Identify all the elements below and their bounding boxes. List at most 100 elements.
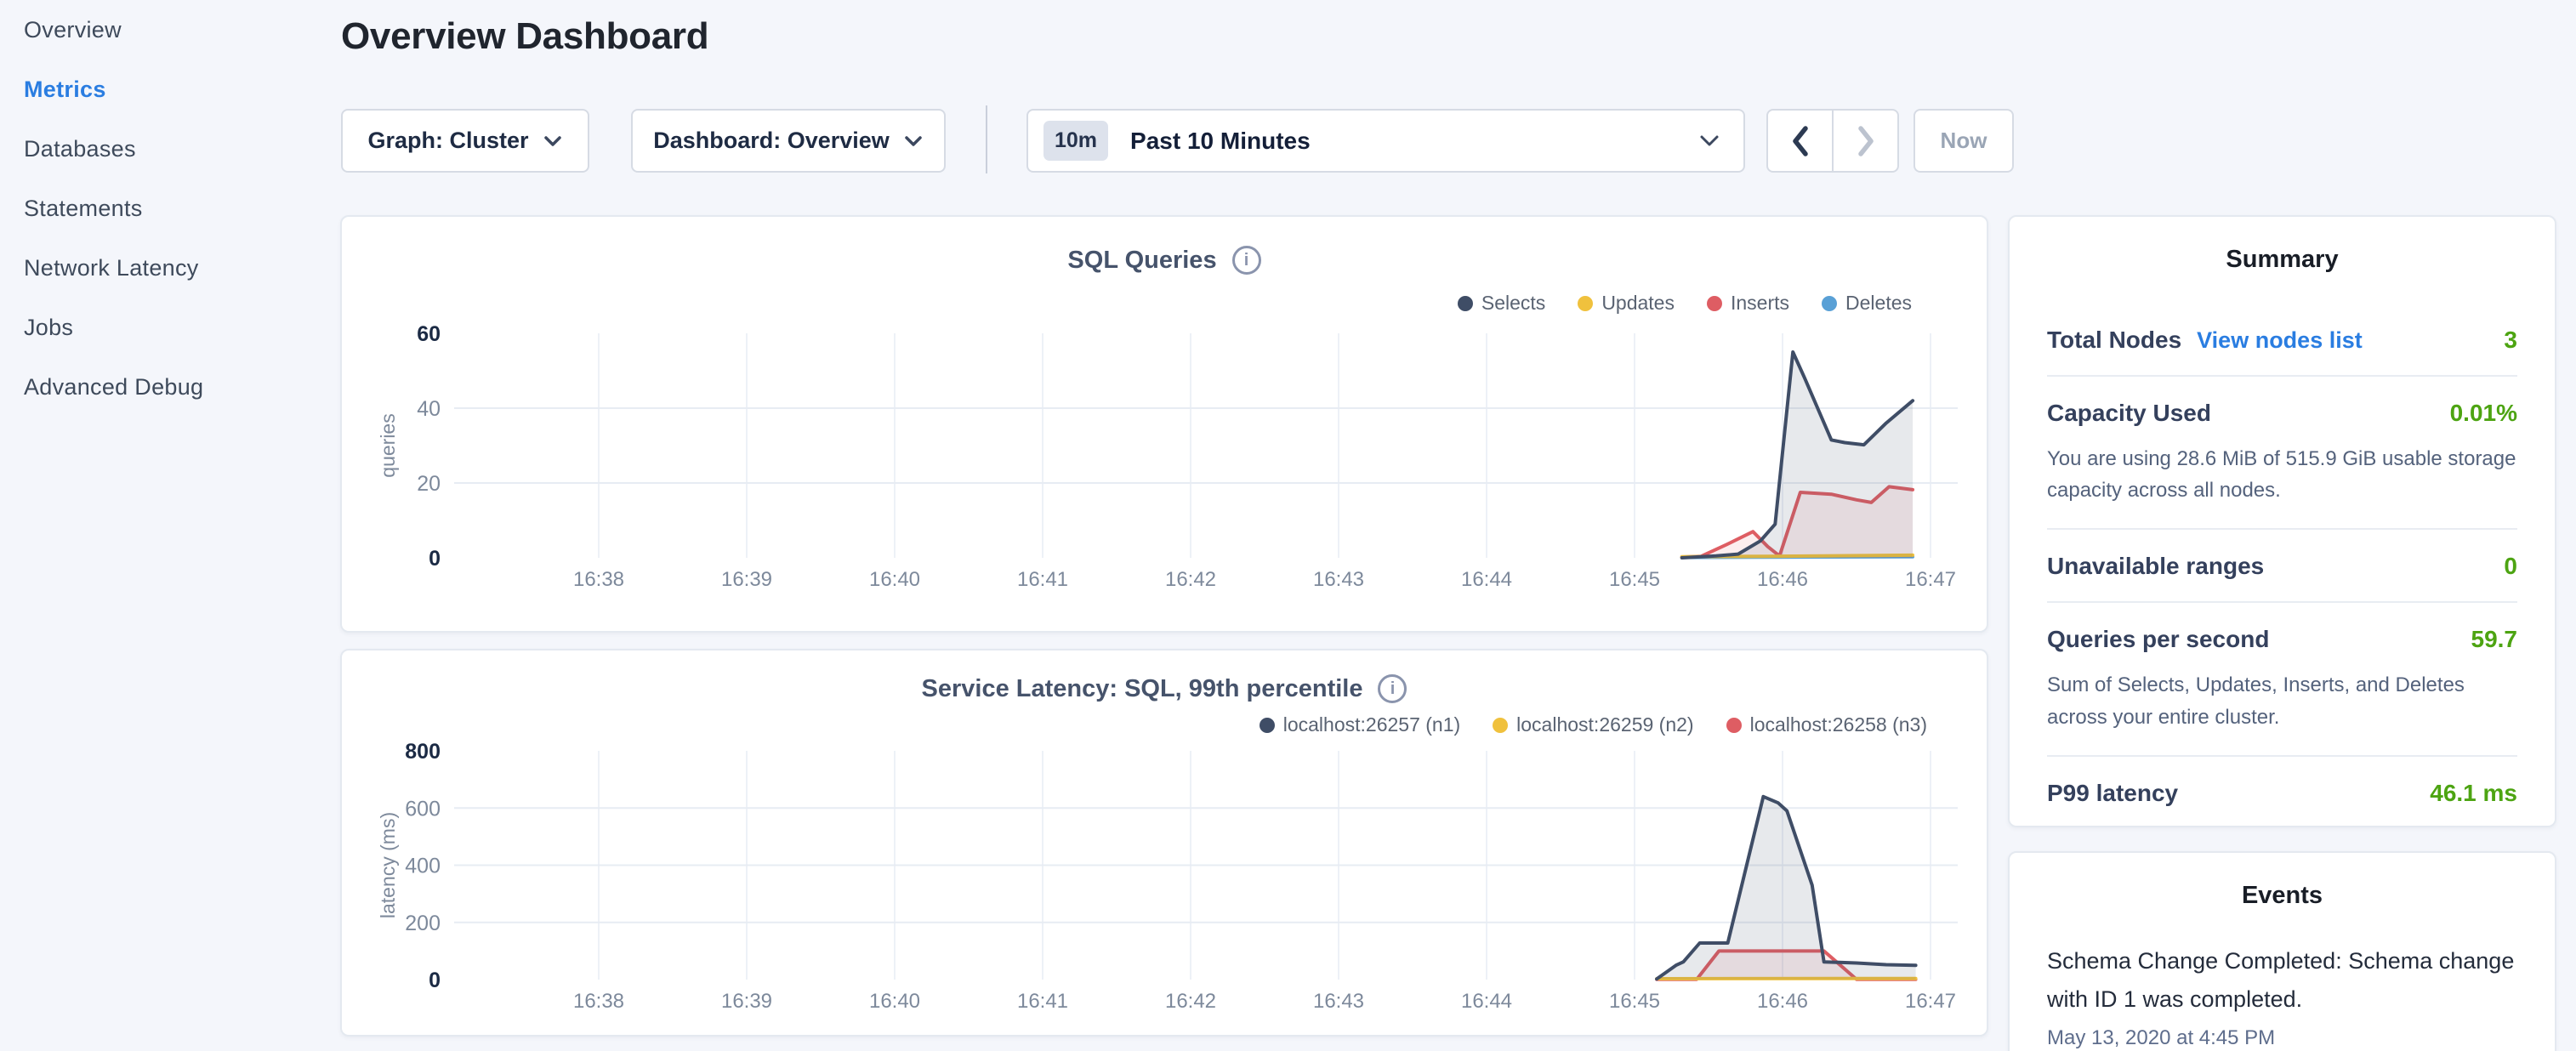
next-time-button[interactable] xyxy=(1832,111,1897,171)
svg-text:16:41: 16:41 xyxy=(1017,568,1068,591)
svg-text:latency (ms): latency (ms) xyxy=(377,812,399,918)
svg-text:16:46: 16:46 xyxy=(1757,568,1808,591)
sidebar-item-network-latency[interactable]: Network Latency xyxy=(0,238,340,298)
time-window-label: Past 10 Minutes xyxy=(1130,128,1311,155)
info-icon[interactable]: i xyxy=(1378,674,1407,703)
legend-label: Deletes xyxy=(1845,292,1912,315)
legend-label: Updates xyxy=(1601,292,1675,315)
svg-text:16:39: 16:39 xyxy=(721,990,772,1013)
svg-text:16:42: 16:42 xyxy=(1165,990,1216,1013)
graph-dropdown[interactable]: Graph: Cluster xyxy=(341,109,589,173)
chart-legend: Selects Updates Inserts Deletes xyxy=(1458,292,1912,315)
previous-time-button[interactable] xyxy=(1768,111,1832,171)
summary-value: 0.01% xyxy=(2450,400,2517,427)
service-latency-chart-card: Service Latency: SQL, 99th percentile i … xyxy=(340,649,1988,1037)
svg-text:queries: queries xyxy=(377,413,399,477)
event-message: Schema Change Completed: Schema change w… xyxy=(2047,942,2517,1018)
svg-text:16:38: 16:38 xyxy=(573,568,624,591)
legend-item[interactable]: Deletes xyxy=(1822,292,1912,315)
svg-text:16:44: 16:44 xyxy=(1461,990,1512,1013)
graph-dropdown-label: Graph: Cluster xyxy=(367,128,528,154)
chevron-down-icon xyxy=(543,134,563,148)
svg-text:16:38: 16:38 xyxy=(573,990,624,1013)
svg-text:16:40: 16:40 xyxy=(869,990,920,1013)
svg-text:20: 20 xyxy=(417,472,441,496)
svg-text:40: 40 xyxy=(417,397,441,421)
legend-dot-icon xyxy=(1707,296,1722,311)
legend-label: Inserts xyxy=(1731,292,1789,315)
svg-text:400: 400 xyxy=(405,855,441,878)
summary-row-queries-per-second: Queries per second 59.7 xyxy=(2047,603,2517,674)
event-timestamp: May 13, 2020 at 4:45 PM xyxy=(2047,1026,2517,1050)
chart-title: Service Latency: SQL, 99th percentile xyxy=(922,675,1363,703)
svg-text:16:39: 16:39 xyxy=(721,568,772,591)
dashboard-dropdown[interactable]: Dashboard: Overview xyxy=(631,109,946,173)
chevron-down-icon xyxy=(1697,134,1721,149)
time-window-selector[interactable]: 10m Past 10 Minutes xyxy=(1026,109,1745,173)
sidebar-item-overview[interactable]: Overview xyxy=(0,0,340,60)
svg-text:16:47: 16:47 xyxy=(1905,990,1956,1013)
now-button-label: Now xyxy=(1941,128,1987,154)
summary-title: Summary xyxy=(2010,246,2555,274)
time-window-badge: 10m xyxy=(1043,121,1108,161)
legend-item[interactable]: Selects xyxy=(1458,292,1545,315)
now-button[interactable]: Now xyxy=(1914,109,2014,173)
svg-text:16:45: 16:45 xyxy=(1609,568,1660,591)
summary-label: Total Nodes xyxy=(2047,327,2181,354)
svg-text:16:46: 16:46 xyxy=(1757,990,1808,1013)
summary-panel: Summary Total Nodes View nodes list 3 Ca… xyxy=(2008,215,2556,827)
summary-row-total-nodes: Total Nodes View nodes list 3 xyxy=(2047,274,2517,375)
sidebar-item-statements[interactable]: Statements xyxy=(0,179,340,238)
chart-title: SQL Queries xyxy=(1067,247,1216,275)
sql-queries-chart: 16:3816:3916:4016:4116:4216:4316:4416:45… xyxy=(359,312,1973,605)
summary-label: P99 latency xyxy=(2047,780,2178,807)
sidebar-item-metrics[interactable]: Metrics xyxy=(0,60,340,119)
view-nodes-list-link[interactable]: View nodes list xyxy=(2197,327,2363,354)
legend-dot-icon xyxy=(1458,296,1473,311)
sidebar-item-databases[interactable]: Databases xyxy=(0,119,340,179)
summary-value: 46.1 ms xyxy=(2430,780,2517,807)
summary-row-unavailable-ranges: Unavailable ranges 0 xyxy=(2047,530,2517,601)
info-icon[interactable]: i xyxy=(1232,246,1261,275)
summary-row-p99-latency: P99 latency 46.1 ms xyxy=(2047,757,2517,828)
summary-label: Capacity Used xyxy=(2047,400,2211,427)
summary-row-capacity-used: Capacity Used 0.01% xyxy=(2047,377,2517,448)
svg-text:16:40: 16:40 xyxy=(869,568,920,591)
sidebar-item-jobs[interactable]: Jobs xyxy=(0,298,340,357)
chevron-left-icon xyxy=(1788,124,1812,158)
summary-value: 0 xyxy=(2504,553,2517,580)
svg-text:16:47: 16:47 xyxy=(1905,568,1956,591)
legend-item[interactable]: Updates xyxy=(1578,292,1675,315)
sidebar: OverviewMetricsDatabasesStatementsNetwor… xyxy=(0,0,340,1051)
summary-description: Sum of Selects, Updates, Inserts, and De… xyxy=(2047,669,2517,754)
dashboard-dropdown-label: Dashboard: Overview xyxy=(653,128,890,154)
db-console-metrics-page: OverviewMetricsDatabasesStatementsNetwor… xyxy=(0,0,2576,1051)
sidebar-item-advanced-debug[interactable]: Advanced Debug xyxy=(0,357,340,417)
legend-dot-icon xyxy=(1822,296,1837,311)
summary-label: Queries per second xyxy=(2047,626,2269,653)
svg-text:600: 600 xyxy=(405,797,441,821)
legend-item[interactable]: Inserts xyxy=(1707,292,1789,315)
events-title: Events xyxy=(2010,882,2555,910)
sql-queries-chart-card: SQL Queries i Selects Updates Inserts Delet… xyxy=(340,215,1988,633)
service-latency-chart: 16:38 16:39 16:40 16:41 16:42 16:43 16:44 16:45… xyxy=(359,729,1973,1031)
svg-text:0: 0 xyxy=(429,969,441,992)
chevron-right-icon xyxy=(1854,124,1878,158)
summary-label: Unavailable ranges xyxy=(2047,553,2264,580)
svg-text:16:44: 16:44 xyxy=(1461,568,1512,591)
svg-text:800: 800 xyxy=(405,740,441,764)
svg-text:16:41: 16:41 xyxy=(1017,990,1068,1013)
svg-text:16:45: 16:45 xyxy=(1609,990,1660,1013)
legend-dot-icon xyxy=(1578,296,1593,311)
summary-value: 59.7 xyxy=(2471,626,2518,653)
legend-label: Selects xyxy=(1481,292,1545,315)
summary-value: 3 xyxy=(2504,327,2517,354)
controls-divider xyxy=(986,105,987,173)
svg-text:60: 60 xyxy=(417,322,441,346)
chevron-down-icon xyxy=(903,134,924,148)
events-panel: Events Schema Change Completed: Schema c… xyxy=(2008,851,2556,1051)
time-step-buttons xyxy=(1766,109,1899,173)
svg-text:16:43: 16:43 xyxy=(1313,990,1364,1013)
page-title: Overview Dashboard xyxy=(341,15,708,58)
svg-text:200: 200 xyxy=(405,912,441,935)
